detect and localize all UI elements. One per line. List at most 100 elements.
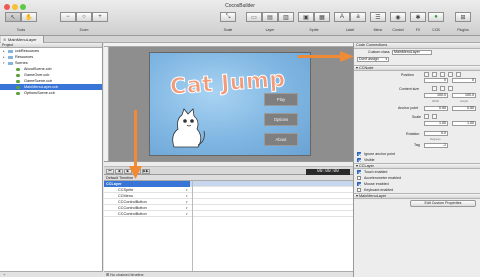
timeline-divider [192, 181, 193, 271]
position-anchor-icon-2[interactable] [432, 72, 437, 77]
window-title: CocosBuilder [225, 3, 255, 9]
scene-preview[interactable]: Cat Jump Play Options About [149, 52, 311, 156]
plugins-icon: ⊞ [460, 14, 466, 21]
menu-icon: ☰ [375, 14, 381, 21]
toolbar-label-plugins: Plugins [457, 28, 469, 32]
stage-play-button[interactable]: Play [264, 93, 298, 106]
visible-checkbox[interactable] [357, 158, 361, 162]
sprite-9slice-icon: ▦ [319, 14, 325, 21]
plus-icon: + [98, 14, 102, 20]
control-group: ◉ [390, 12, 406, 22]
zoom-in-button[interactable]: + [92, 12, 108, 22]
label-group: A a [334, 12, 366, 22]
position-x-input[interactable]: 0 [424, 78, 448, 83]
toolbar-label-tools: Tools [16, 28, 26, 32]
scale-lock-icon[interactable] [432, 114, 437, 119]
assign-select[interactable]: Don't assign ▾ [357, 57, 389, 62]
toolbar-label-scale: Scale [223, 28, 233, 32]
sprite-button[interactable]: ▣ [298, 12, 314, 22]
content-size-scale-icon[interactable] [448, 86, 453, 91]
tag-input[interactable]: -1 [424, 143, 448, 148]
content-height-input[interactable]: 100.0 [452, 93, 476, 98]
label-ttf-icon: A [339, 14, 344, 20]
chevron-down-icon[interactable]: ▾ [186, 211, 188, 217]
sprite-9slice-button[interactable]: ▦ [314, 12, 330, 22]
document-tab[interactable]: ⊗ MainMenuLayer [1, 36, 44, 43]
timeline-row[interactable]: CCControlButton ▾ [104, 211, 353, 217]
scale-y-input[interactable]: 1.00 [452, 121, 476, 126]
chain-icon[interactable]: ⊞ [106, 273, 109, 277]
fx-button[interactable]: ✱ [410, 12, 426, 22]
fx-group: ✱ [410, 12, 426, 22]
scale-type-icon[interactable] [424, 114, 429, 119]
content-size-percent-icon[interactable] [440, 86, 445, 91]
anchor-y-input[interactable]: 0.50 [452, 106, 476, 111]
layer-icon: ▭ [251, 14, 257, 21]
ignore-anchor-checkbox[interactable] [357, 152, 361, 156]
inspector-panel: Code Connections Custom class MainMenuLa… [353, 43, 480, 277]
content-width-input[interactable]: 100.0 [424, 93, 448, 98]
position-y-input[interactable]: 0 [452, 78, 476, 83]
select-tool-button[interactable]: ↖ [5, 12, 21, 22]
menu-button[interactable]: ☰ [370, 12, 386, 22]
content-size-type-icon[interactable] [432, 86, 437, 91]
rotation-input[interactable]: 0.0 [424, 131, 448, 136]
content-height-sublabel: Height [460, 99, 469, 103]
anchor-label: Anchor point [398, 106, 419, 110]
scale-row: Scale 1.00 1.00 [354, 113, 480, 130]
scale-x-input[interactable]: 1.00 [424, 121, 448, 126]
layer-button[interactable]: ▭ [246, 12, 262, 22]
layer-gradient-icon: ▥ [283, 14, 289, 21]
step-forward-button[interactable]: ▶▶ [142, 169, 150, 174]
label-bmfont-button[interactable]: a [350, 12, 366, 22]
zoom-out-button[interactable]: − [60, 12, 76, 22]
edit-custom-properties-button[interactable]: Edit Custom Properties [410, 200, 476, 207]
disclosure-icon-3[interactable]: ▾ [356, 194, 358, 198]
project-item[interactable]: OptionsScene.ccb [0, 90, 102, 96]
plugins-button[interactable]: ⊞ [455, 12, 471, 22]
layer-gradient-button[interactable]: ▥ [278, 12, 294, 22]
ccb-button[interactable]: ● [428, 12, 444, 22]
anchor-row: Anchor point 0.50 0.50 [354, 105, 480, 113]
rotation-row: Rotation 0.0 Degrees [354, 130, 480, 142]
close-tab-icon[interactable]: ⊗ [3, 36, 6, 43]
stage-about-button[interactable]: About [264, 133, 298, 146]
zoom-group: − ○ + [60, 12, 108, 22]
position-scale-icon[interactable] [456, 72, 461, 77]
disclosure-icon[interactable]: ▾ [356, 66, 358, 70]
toolbar-label-ccb: CCB [432, 28, 440, 32]
position-percent-icon[interactable] [448, 72, 453, 77]
position-anchor-icon-3[interactable] [440, 72, 445, 77]
disclosure-icon-2[interactable]: ▾ [356, 164, 358, 168]
scale-button[interactable]: ⤡ [220, 12, 236, 22]
keyboard-enabled-checkbox[interactable] [357, 188, 361, 192]
stage-options-button[interactable]: Options [264, 113, 298, 126]
step-back-button[interactable]: ◀ [115, 169, 123, 174]
hand-tool-button[interactable]: ✋ [21, 12, 37, 22]
touch-enabled-checkbox[interactable] [357, 170, 361, 174]
label-bmfont-icon: a [356, 14, 360, 20]
layer-color-button[interactable]: ▤ [262, 12, 278, 22]
rewind-button[interactable]: ⏮ [106, 169, 114, 174]
accelerometer-enabled-checkbox[interactable] [357, 176, 361, 180]
ccb-file-icon [16, 79, 20, 83]
app-window: CocosBuilder ↖ ✋ − ○ + ⤡ ▭ ▤ ▥ ▣ ▦ A a ☰ [0, 0, 480, 277]
anchor-x-input[interactable]: 0.50 [424, 106, 448, 111]
sprite-group: ▣ ▦ [298, 12, 330, 22]
zoom-reset-button[interactable]: ○ [76, 12, 92, 22]
stage-canvas[interactable]: Cat Jump Play Options About [104, 43, 353, 161]
content-size-label: Content size [399, 87, 419, 91]
content-width-sublabel: Width [432, 99, 440, 103]
add-icon[interactable]: + [3, 272, 5, 277]
control-button[interactable]: ◉ [390, 12, 406, 22]
folder-icon [8, 55, 13, 59]
label-ttf-button[interactable]: A [334, 12, 350, 22]
timeline-footer-label[interactable]: No chained timeline [110, 273, 143, 277]
toolbar-label-zoom: Zoom [79, 28, 89, 32]
document-tab-bar: ⊗ MainMenuLayer [0, 36, 480, 43]
position-anchor-icon[interactable] [424, 72, 429, 77]
layer-group: ▭ ▤ ▥ [246, 12, 294, 22]
mouse-enabled-checkbox[interactable] [357, 182, 361, 186]
tools-group: ↖ ✋ [5, 12, 37, 22]
custom-class-input[interactable]: MainMenuLayer [392, 50, 432, 55]
